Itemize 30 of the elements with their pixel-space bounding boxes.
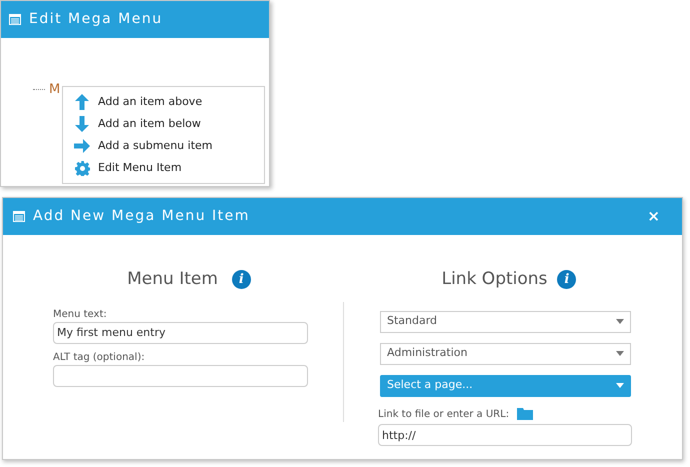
menu-item[interactable]: Edit Menu Item [63, 157, 264, 179]
menu-item[interactable]: Add a submenu item [63, 135, 264, 157]
arrow-right-icon [74, 139, 90, 153]
url-field[interactable]: http:// [378, 424, 632, 446]
window-title: Edit Mega Menu [29, 10, 163, 29]
tree-line [33, 89, 45, 90]
select-dropdown[interactable]: Administration [380, 342, 631, 364]
info-icon[interactable]: i [557, 270, 576, 290]
section-heading: Menu Item [127, 268, 218, 291]
tree-item[interactable]: M [49, 80, 60, 100]
section-heading: Link Options [442, 268, 548, 291]
field-label: Menu text: [53, 308, 108, 322]
window-icon [13, 211, 25, 222]
gear-icon [74, 160, 90, 176]
folder-icon[interactable] [517, 408, 534, 420]
arrow-down-icon [75, 116, 89, 132]
arrow-up-icon [75, 94, 89, 110]
window-icon [9, 14, 21, 25]
dialog-title: Add New Mega Menu Item [33, 207, 251, 226]
select-dropdown[interactable]: Standard [380, 310, 631, 332]
text-field[interactable] [53, 364, 308, 386]
menu-item[interactable]: Add an item above [63, 91, 264, 113]
text-field[interactable]: My first menu entry [53, 322, 308, 344]
caret-icon [616, 351, 624, 356]
field-label: Link to file or enter a URL: [378, 408, 510, 422]
info-icon[interactable]: i [232, 270, 251, 290]
caret-icon [616, 319, 624, 324]
menu-item[interactable]: Add an item below [63, 113, 264, 135]
field-label: ALT tag (optional): [53, 350, 146, 364]
caret-icon [616, 383, 624, 388]
